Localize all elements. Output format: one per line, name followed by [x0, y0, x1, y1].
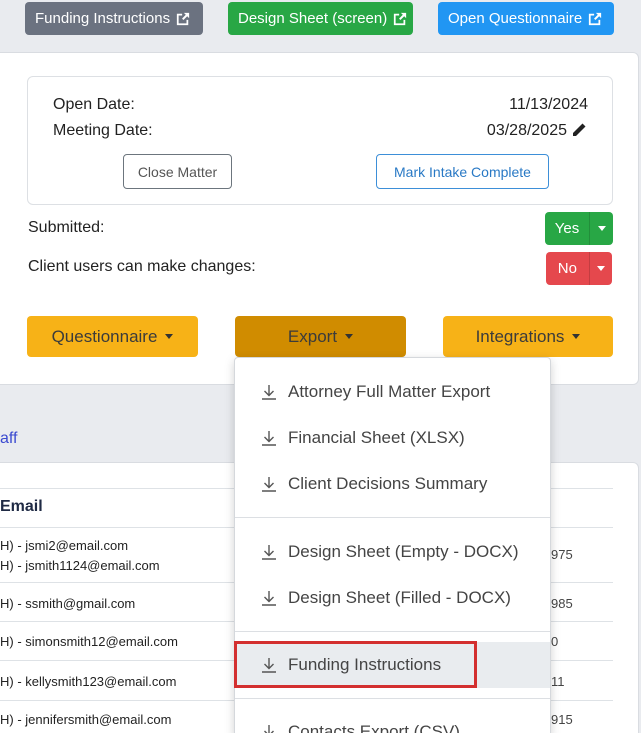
menu-divider	[235, 631, 550, 632]
table-cell-email: H) - jsmith1124@email.com	[0, 558, 160, 573]
client-changes-value: No	[557, 260, 577, 277]
table-cell-number: 985	[551, 596, 573, 611]
menu-item-design-sheet-empty[interactable]: Design Sheet (Empty - DOCX)	[235, 530, 550, 574]
submitted-dropdown-caret[interactable]	[589, 212, 613, 245]
funding-instructions-label: Funding Instructions	[35, 10, 171, 27]
client-changes-label: Client users can make changes:	[28, 258, 256, 275]
download-icon	[262, 545, 276, 560]
menu-item-label: Attorney Full Matter Export	[288, 382, 491, 401]
download-icon	[262, 385, 276, 400]
menu-item-label: Design Sheet (Filled - DOCX)	[288, 588, 511, 607]
client-changes-toggle[interactable]: No	[546, 252, 612, 285]
caret-down-icon	[597, 226, 606, 231]
download-icon	[262, 477, 276, 492]
mark-intake-complete-button[interactable]: Mark Intake Complete	[376, 154, 549, 189]
menu-item-attorney-full-matter-export[interactable]: Attorney Full Matter Export	[235, 370, 550, 414]
meeting-date-value: 03/28/2025	[486, 122, 567, 139]
caret-down-icon	[345, 334, 354, 339]
export-dropdown[interactable]: Export	[235, 316, 406, 357]
menu-item-contacts-export[interactable]: Contacts Export (CSV)	[235, 710, 550, 733]
integrations-label: Integrations	[475, 326, 565, 346]
menu-item-financial-sheet[interactable]: Financial Sheet (XLSX)	[235, 416, 550, 460]
open-date-value: 11/13/2024	[509, 96, 588, 113]
menu-item-label: Contacts Export (CSV)	[288, 722, 460, 733]
table-cell-email: H) - jsmi2@email.com	[0, 538, 129, 553]
client-changes-dropdown-caret[interactable]	[588, 252, 612, 285]
integrations-dropdown[interactable]: Integrations	[443, 316, 613, 357]
menu-item-label: Design Sheet (Empty - DOCX)	[288, 542, 519, 561]
submitted-toggle[interactable]: Yes	[545, 212, 613, 245]
download-icon	[262, 431, 276, 446]
caret-down-icon	[596, 266, 605, 271]
table-cell-number: 0	[551, 634, 559, 649]
table-cell-email: H) - simonsmith12@email.com	[0, 634, 178, 649]
open-questionnaire-label: Open Questionnaire	[448, 10, 583, 27]
table-cell-email: H) - kellysmith123@email.com	[0, 674, 177, 689]
menu-item-design-sheet-filled[interactable]: Design Sheet (Filled - DOCX)	[235, 576, 550, 620]
external-link-icon	[394, 12, 407, 25]
staff-link[interactable]: aff	[0, 430, 18, 448]
email-column-header: Email	[0, 498, 43, 515]
external-link-icon	[176, 12, 190, 25]
table-cell-email: H) - ssmith@gmail.com	[0, 596, 136, 611]
menu-divider	[235, 517, 550, 518]
close-matter-button[interactable]: Close Matter	[123, 154, 232, 189]
open-date-label: Open Date:	[53, 96, 135, 113]
questionnaire-label: Questionnaire	[51, 326, 158, 346]
menu-item-label: Financial Sheet (XLSX)	[288, 428, 465, 447]
funding-instructions-link-button[interactable]: Funding Instructions	[25, 2, 203, 35]
submitted-label: Submitted:	[28, 219, 105, 236]
download-icon	[264, 725, 274, 733]
download-icon	[262, 591, 276, 606]
caret-down-icon	[572, 334, 581, 339]
table-cell-email: H) - jennifersmith@email.com	[0, 712, 172, 727]
design-sheet-screen-button[interactable]: Design Sheet (screen)	[228, 2, 413, 35]
table-cell-number: 975	[551, 547, 573, 562]
highlight-box	[234, 641, 477, 688]
external-link-icon	[589, 12, 602, 25]
submitted-value: Yes	[554, 220, 580, 237]
table-cell-number: 915	[551, 712, 573, 727]
pencil-icon[interactable]	[571, 122, 587, 138]
caret-down-icon	[165, 334, 174, 339]
open-questionnaire-button[interactable]: Open Questionnaire	[438, 2, 614, 35]
menu-divider	[235, 698, 550, 699]
export-label: Export	[287, 326, 338, 346]
menu-item-label: Client Decisions Summary	[288, 474, 488, 493]
design-sheet-label: Design Sheet (screen)	[238, 10, 388, 27]
meeting-date-label: Meeting Date:	[53, 122, 153, 139]
table-cell-number: 11	[551, 674, 565, 689]
menu-item-client-decisions-summary[interactable]: Client Decisions Summary	[235, 462, 550, 506]
questionnaire-dropdown[interactable]: Questionnaire	[27, 316, 198, 357]
